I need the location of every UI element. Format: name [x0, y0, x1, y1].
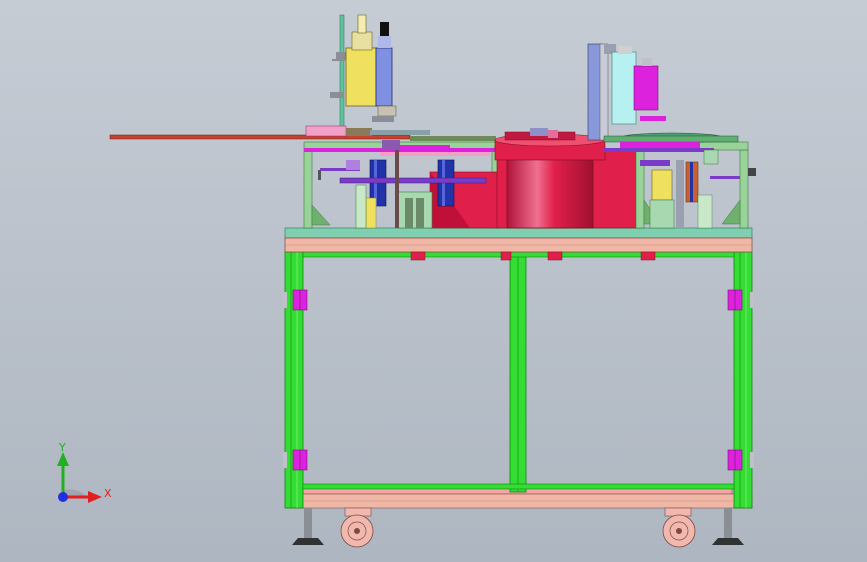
bolt-1 [410, 251, 426, 261]
x-axis-label: X [104, 487, 112, 500]
deck-top-plate [284, 227, 753, 239]
upper-crossbar [302, 251, 735, 258]
bowl-drum [506, 151, 594, 229]
yellow-cylinder [345, 47, 377, 107]
y-axis-label: Y [59, 441, 66, 454]
blue-cylinder [375, 47, 393, 107]
magenta-motor [633, 65, 659, 111]
right-yellow-cylinder [651, 169, 673, 201]
lower-crossbar [302, 483, 735, 490]
z-axis-dot [58, 492, 68, 502]
assembly-drawing [0, 0, 867, 562]
cad-viewport[interactable]: X Y [0, 0, 867, 562]
cyan-block [611, 51, 637, 125]
feed-slider [305, 125, 347, 137]
spindle-post [339, 14, 345, 134]
